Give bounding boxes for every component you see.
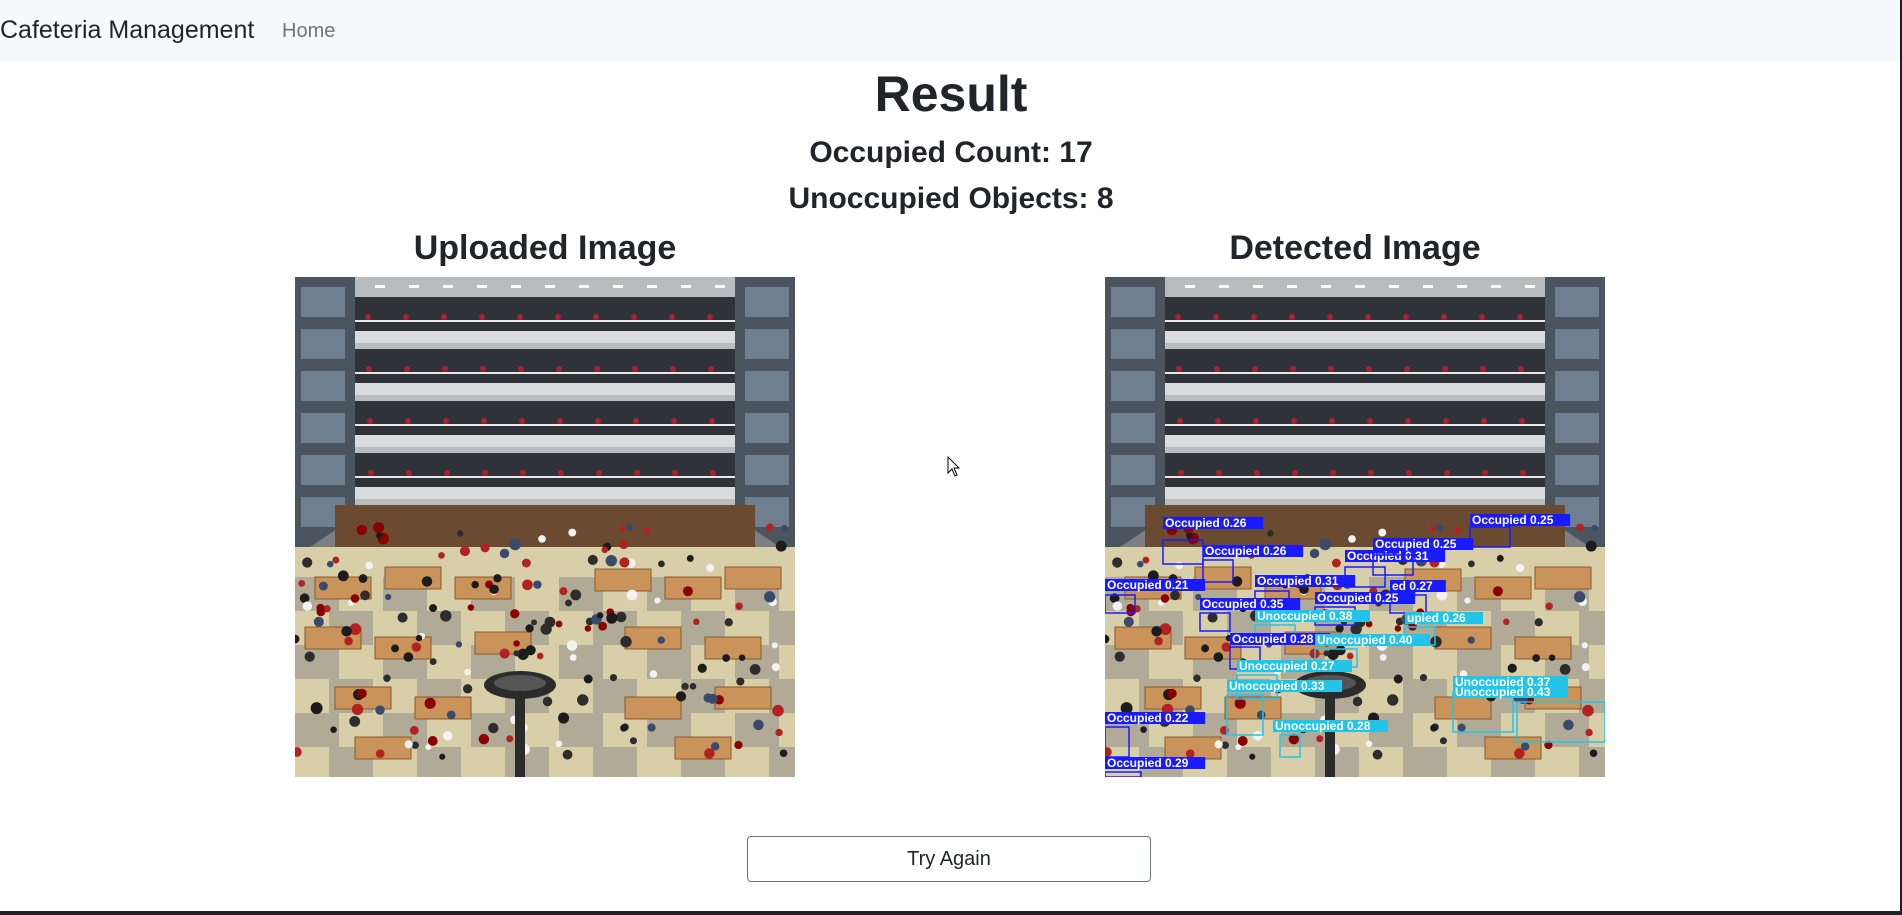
detection-label: Occupied 0.31 [1257, 574, 1339, 588]
detected-image-scene: Occupied 0.26Occupied 0.26 Occupied 0.31O… [1105, 277, 1605, 777]
navbar-brand[interactable]: Cafeteria Management [0, 15, 254, 45]
try-again-button[interactable]: Try Again [747, 836, 1151, 882]
detection-label: Occupied 0.25 [1472, 513, 1554, 527]
detection-label: Occupied 0.29 [1107, 756, 1189, 770]
detection-label: Occupied 0.25 [1375, 537, 1457, 551]
window-edge-bottom [0, 911, 1902, 915]
detected-image: Occupied 0.26 Occupied 0.26 Occupied 0.31 O… [1105, 277, 1605, 777]
cafeteria-scene [295, 277, 795, 777]
detection-label: Unoccupied 0.43 [1455, 685, 1551, 699]
uploaded-image [295, 277, 795, 777]
detection-label: Occupied 0.25 [1317, 591, 1399, 605]
detection-label: Occupied 0.21 [1107, 578, 1189, 592]
detection-label: Occupied 0.26 [1205, 544, 1287, 558]
detection-label: Unoccupied 0.28 [1275, 719, 1371, 733]
detection-label: upied 0.26 [1407, 611, 1466, 625]
detection-label: Occupied 0.26 [1165, 516, 1247, 530]
mouse-cursor-icon [947, 456, 961, 477]
detection-label: Occupied 0.31 [1347, 549, 1429, 563]
unoccupied-objects: Unoccupied Objects: 8 [788, 182, 1114, 215]
nav-link-home[interactable]: Home [282, 19, 335, 43]
detection-label: Unoccupied 0.27 [1239, 659, 1335, 673]
detection-label: Unoccupied 0.38 [1257, 609, 1353, 623]
detection-label: Occupied 0.22 [1107, 711, 1189, 725]
detection-label: Occupied 0.28 [1232, 632, 1314, 646]
detection-label: Unoccupied 0.40 [1317, 633, 1413, 647]
occupied-count: Occupied Count: 17 [809, 136, 1093, 169]
detection-label: Unoccupied 0.33 [1229, 679, 1325, 693]
uploaded-image-scene [295, 277, 795, 777]
detected-image-heading: Detected Image [1229, 229, 1481, 267]
navbar: Cafeteria Management Home [0, 0, 1902, 62]
page-title: Result [874, 66, 1028, 122]
uploaded-image-heading: Uploaded Image [413, 229, 677, 267]
